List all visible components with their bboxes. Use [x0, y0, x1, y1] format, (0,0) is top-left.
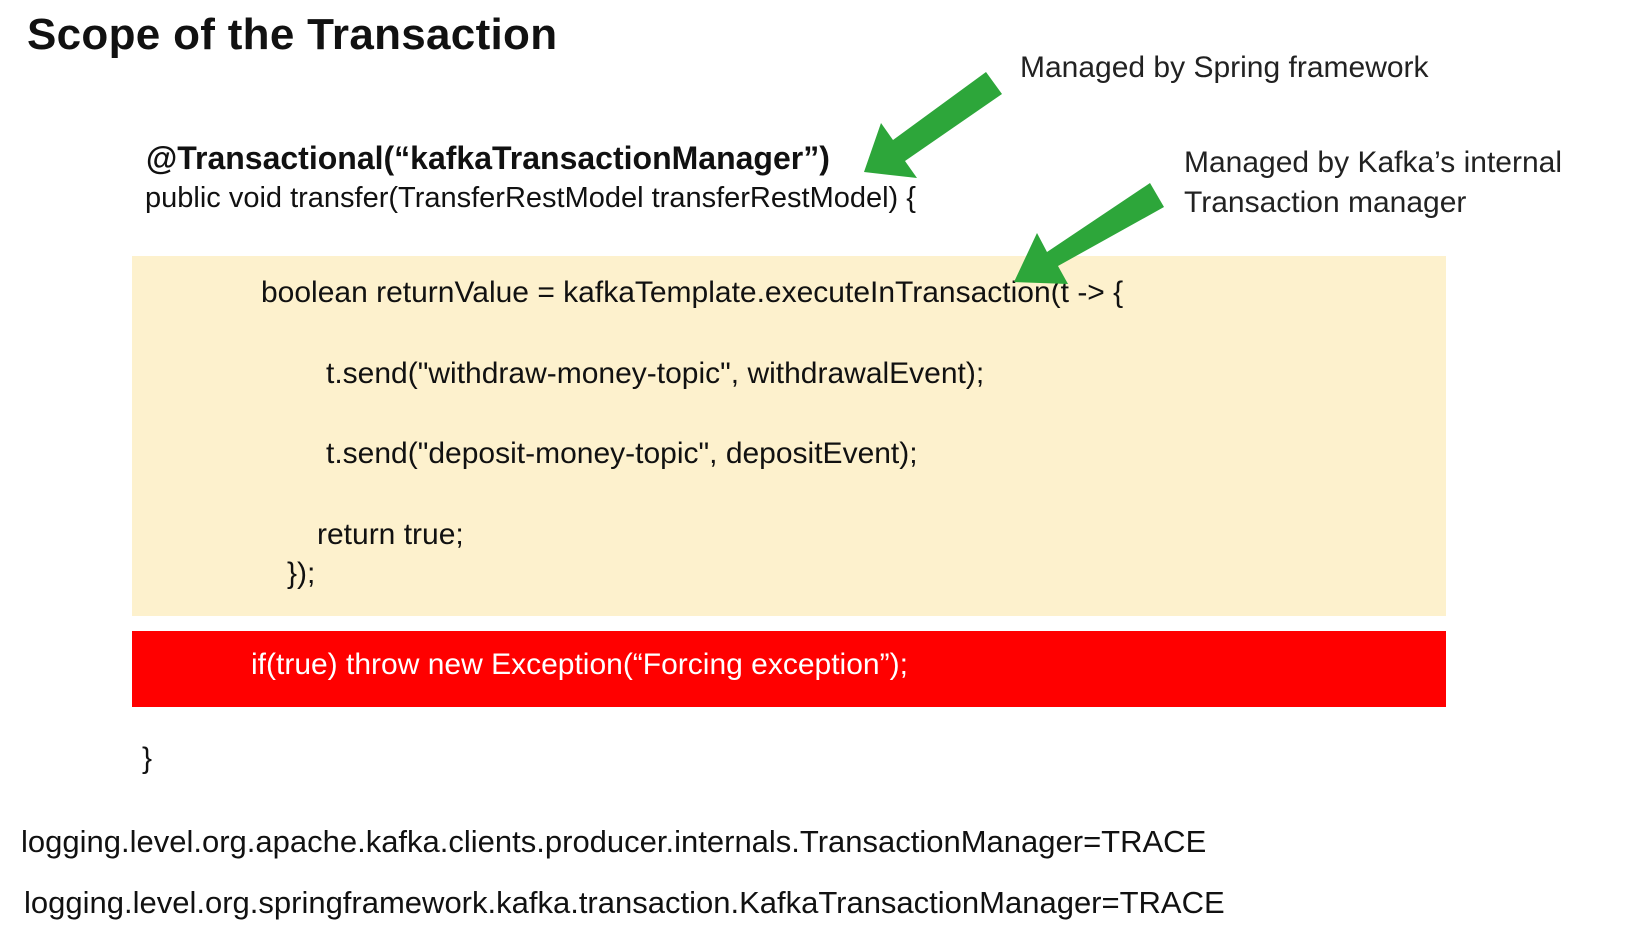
- spring-annotation-label: Managed by Spring framework: [1020, 51, 1429, 84]
- arrow-spring-icon: [864, 72, 1002, 178]
- logging-property-transaction-manager: logging.level.org.apache.kafka.clients.p…: [21, 824, 1207, 859]
- kafka-annotation-label: Managed by Kafka’s internal Transaction …: [1184, 146, 1563, 219]
- code-line-send-withdraw: t.send("withdraw-money-topic", withdrawa…: [326, 357, 985, 390]
- logging-property-kafka-transaction-manager: logging.level.org.springframework.kafka.…: [24, 885, 1225, 920]
- code-line-execute-in-transaction: boolean returnValue = kafkaTemplate.exec…: [261, 276, 1124, 309]
- code-line-close-lambda: });: [287, 557, 316, 590]
- code-line-return-true: return true;: [317, 518, 464, 551]
- transactional-decorator: @Transactional(“kafkaTransactionManager”…: [146, 140, 830, 176]
- kafka-transaction-block: [132, 256, 1446, 616]
- code-line-throw-exception: if(true) throw new Exception(“Forcing ex…: [251, 648, 908, 681]
- slide-title: Scope of the Transaction: [27, 10, 558, 59]
- code-line-send-deposit: t.send("deposit-money-topic", depositEve…: [326, 437, 918, 470]
- method-signature: public void transfer(TransferRestModel t…: [145, 182, 916, 214]
- method-closing-brace: }: [142, 742, 153, 775]
